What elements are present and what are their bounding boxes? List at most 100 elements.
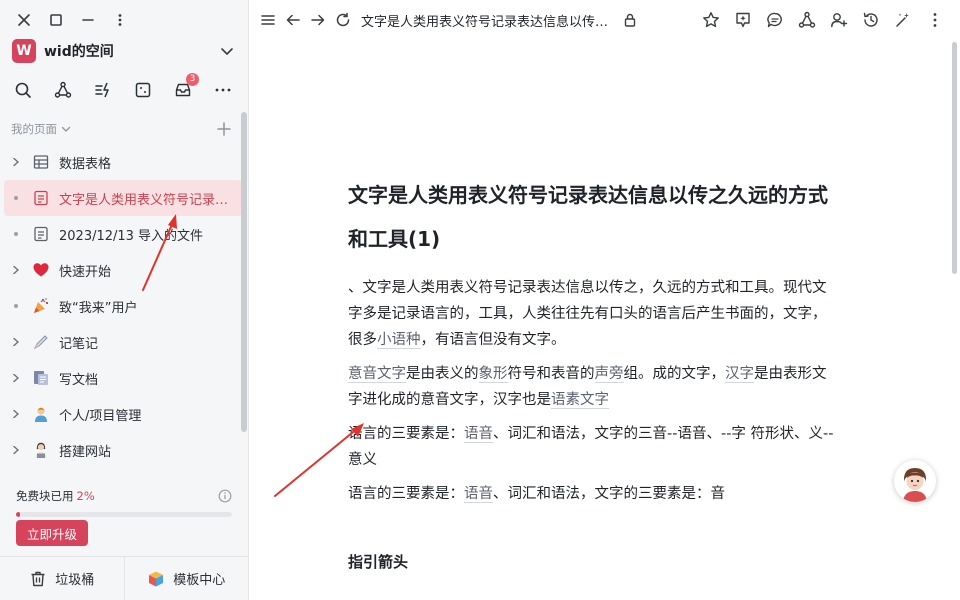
ai-assistant-icon[interactable]: [732, 9, 754, 31]
link-minority-language[interactable]: 小语种: [377, 332, 421, 349]
sidebar-item-welcome[interactable]: 致“我来”用户: [4, 288, 242, 324]
more-horizontal-icon[interactable]: [212, 79, 234, 101]
minimize-icon[interactable]: [77, 9, 99, 31]
chevron-right-icon[interactable]: [10, 444, 22, 456]
chevron-right-icon[interactable]: [10, 336, 22, 348]
space-avatar: W: [12, 39, 36, 63]
flash-list-icon[interactable]: [92, 79, 114, 101]
chevron-down-icon[interactable]: [218, 42, 236, 60]
link-chinese-characters[interactable]: 汉字: [725, 366, 754, 383]
chevron-right-icon[interactable]: [10, 264, 22, 276]
text-run: 组。成的文字，: [623, 366, 726, 382]
template-center-button[interactable]: 模板中心: [123, 557, 249, 600]
chevron-right-icon[interactable]: [10, 408, 22, 420]
quota-progress-fill: [16, 512, 21, 517]
sidebar-item-data-table[interactable]: 数据表格: [4, 144, 242, 180]
text-run: 、词汇和语法，文字的三要素是：音: [493, 486, 725, 502]
paragraph-2[interactable]: 意音文字是由表义的象形符号和表音的声旁组。成的文字，汉字是由表形文字进化成的意音…: [348, 361, 838, 413]
link-phonetics[interactable]: 语音: [464, 486, 493, 503]
document-canvas[interactable]: 文字是人类用表义符号记录表达信息以传之久远的方式和工具(1) 、文字是人类用表义…: [249, 40, 949, 600]
graph-icon[interactable]: [796, 9, 818, 31]
close-icon[interactable]: [13, 9, 35, 31]
content-scrollbar-thumb[interactable]: [952, 42, 957, 274]
sidebar-item-label: 2023/12/13 导入的文件: [59, 228, 204, 244]
sidebar-item-imported-file[interactable]: 2023/12/13 导入的文件: [4, 216, 242, 252]
doc-icon: [30, 187, 52, 209]
document-stack-icon: [30, 367, 52, 389]
arrow-right-icon[interactable]: [307, 9, 329, 31]
assistant-avatar-button[interactable]: [894, 460, 936, 502]
maximize-icon[interactable]: [45, 9, 67, 31]
sidebar-item-notes[interactable]: 记笔记: [4, 324, 242, 360]
chevron-right-icon[interactable]: [10, 372, 22, 384]
notification-badge: 3: [186, 73, 199, 86]
history-icon[interactable]: [860, 9, 882, 31]
sidebar-item-label: 写文档: [59, 372, 99, 388]
quota-progress-bar: [16, 512, 232, 517]
link-morpheme-script[interactable]: 语素文字: [551, 392, 609, 409]
sidebar: W wid的空间 3 我的页面 数据表格 文字是人类用表义符号记录表达信 202…: [0, 0, 249, 600]
trash-button[interactable]: 垃圾桶: [0, 557, 124, 600]
space-switcher[interactable]: W wid的空间: [12, 38, 236, 64]
arrow-left-icon[interactable]: [282, 9, 304, 31]
content-scrollbar[interactable]: [949, 40, 960, 600]
doc-title[interactable]: 文字是人类用表义符号记录表达信息以传之久远的方式和工具(1): [348, 173, 838, 261]
search-icon[interactable]: [12, 79, 34, 101]
sidebar-scrollbar[interactable]: [241, 112, 247, 432]
pen-icon: [30, 331, 52, 353]
paragraph-4[interactable]: 语言的三要素是：语音、词汇和语法，文字的三要素是：音: [348, 481, 838, 507]
link-phonetics[interactable]: 语音: [464, 426, 493, 443]
refresh-icon[interactable]: [332, 9, 354, 31]
sidebar-item-label: 搭建网站: [59, 444, 112, 460]
more-vertical-icon[interactable]: [109, 9, 131, 31]
document-body[interactable]: 文字是人类用表义符号记录表达信息以传之久远的方式和工具(1) 、文字是人类用表义…: [348, 173, 838, 572]
sidebar-item-current-doc[interactable]: 文字是人类用表义符号记录表达信息以传之久远的方式和工具(1): [4, 180, 242, 216]
inbox-icon[interactable]: 3: [172, 73, 199, 101]
sidebar-item-quick-start[interactable]: 快速开始: [4, 252, 242, 288]
comment-icon[interactable]: [764, 9, 786, 31]
quota-usage: 免费块已用 2%: [16, 488, 232, 517]
paragraph-1[interactable]: 、文字是人类用表义符号记录表达信息以传之，久远的方式和工具。现代文字多是记录语言…: [348, 275, 838, 353]
chevron-down-icon[interactable]: [60, 123, 72, 135]
text-run: 符号和表音的: [507, 366, 595, 382]
text-run: 语言的三要素是：: [348, 486, 464, 502]
person-laptop-icon: [30, 439, 52, 461]
sidebar-item-label: 个人/项目管理: [59, 408, 142, 424]
text-run: 语言的三要素是：: [348, 426, 464, 442]
chevron-right-icon[interactable]: [10, 156, 22, 168]
sidebar-item-label: 记笔记: [59, 336, 99, 352]
more-vertical-icon[interactable]: [924, 9, 946, 31]
lock-icon[interactable]: [619, 9, 641, 31]
magic-wand-icon[interactable]: [892, 9, 914, 31]
menu-icon[interactable]: [257, 9, 279, 31]
frame-icon[interactable]: [132, 79, 154, 101]
star-icon[interactable]: [700, 9, 722, 31]
link-phonetic-component[interactable]: 声旁: [594, 366, 624, 383]
sidebar-item-label: 文字是人类用表义符号记录表达信息以传之久远的方式和工具(1): [59, 192, 237, 208]
add-page-icon[interactable]: [216, 121, 232, 137]
link-logo-phonetic[interactable]: 意音文字: [348, 366, 406, 383]
template-center-label: 模板中心: [173, 573, 226, 588]
info-icon[interactable]: [218, 489, 232, 503]
template-cube-icon: [147, 570, 165, 588]
link-pictograph[interactable]: 象形: [478, 366, 508, 383]
page-tree: 数据表格 文字是人类用表义符号记录表达信息以传之久远的方式和工具(1) 2023…: [4, 144, 242, 480]
topbar-doc-title[interactable]: 文字是人类用表义符号记录表达信息以传之久远的方式和工具(1): [361, 11, 613, 30]
document-topbar: 文字是人类用表义符号记录表达信息以传之久远的方式和工具(1): [249, 0, 960, 40]
sidebar-item-project-mgmt[interactable]: 个人/项目管理: [4, 396, 242, 432]
sidebar-item-label: 快速开始: [59, 264, 112, 280]
share-user-icon[interactable]: [828, 9, 850, 31]
topbar-actions: [690, 9, 946, 31]
paragraph-3[interactable]: 语言的三要素是：语音、词汇和语法，文字的三音--语音、--字 符形状、义--意义: [348, 421, 838, 473]
graph-icon[interactable]: [52, 79, 74, 101]
table-icon: [30, 151, 52, 173]
sidebar-item-label: 数据表格: [59, 156, 112, 172]
quota-label: 免费块已用: [16, 489, 74, 503]
upgrade-button[interactable]: 立即升级: [16, 520, 88, 546]
assistant-avatar-icon: [894, 460, 936, 502]
sidebar-item-build-site[interactable]: 搭建网站: [4, 432, 242, 468]
section-heading[interactable]: 指引箭头: [348, 551, 838, 572]
my-pages-header[interactable]: 我的页面: [11, 120, 232, 138]
trash-icon: [29, 570, 47, 588]
sidebar-item-write-doc[interactable]: 写文档: [4, 360, 242, 396]
